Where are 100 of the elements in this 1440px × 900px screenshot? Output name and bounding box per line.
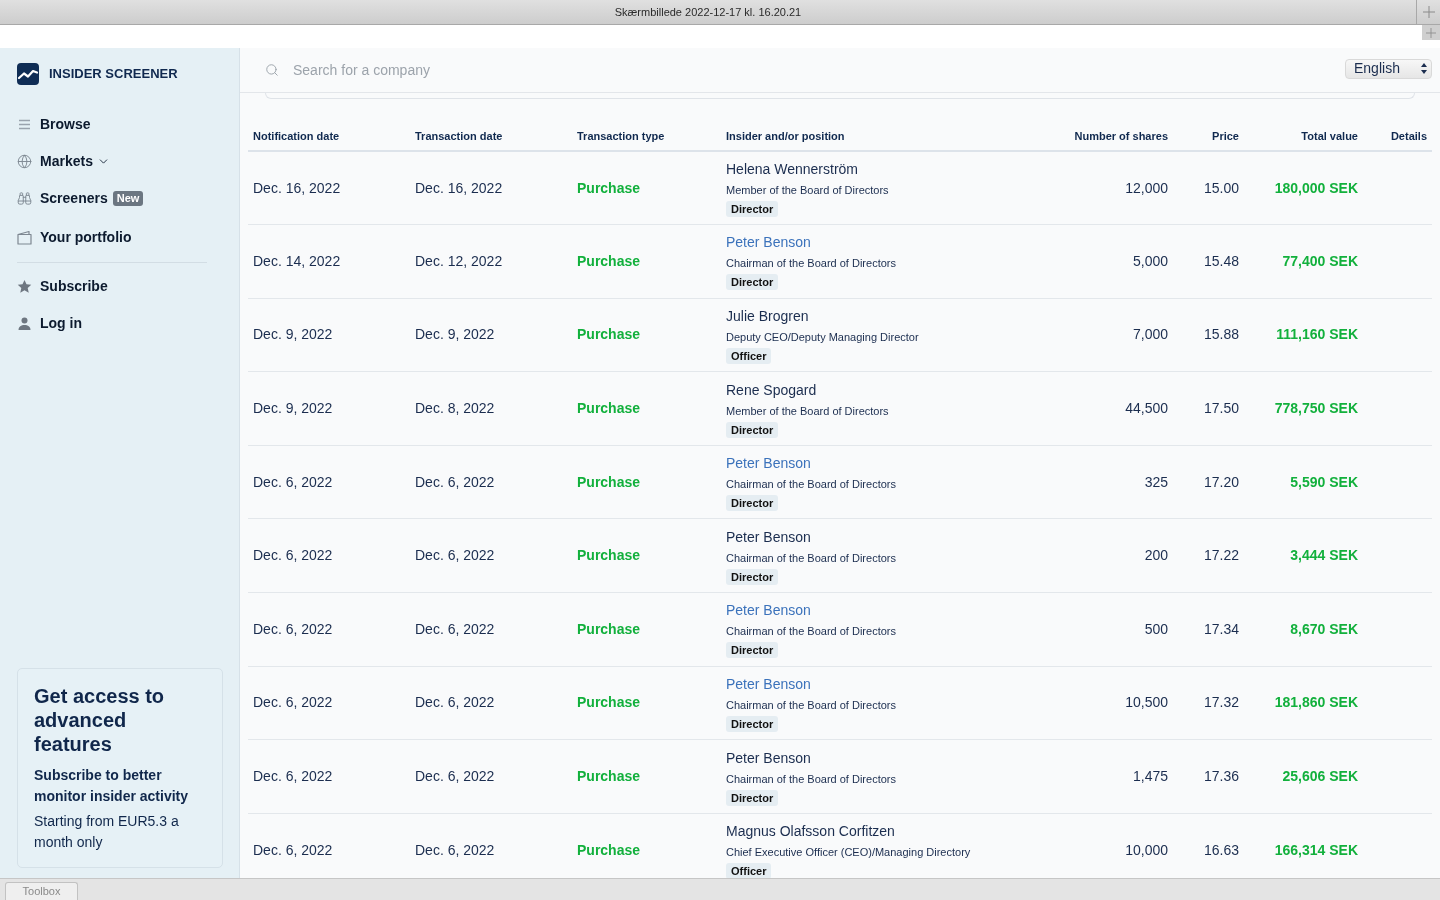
column-header: Total value [1244,122,1363,151]
position-text: Chairman of the Board of Directors [726,256,896,272]
transaction-type: Purchase [572,813,721,878]
table-cell: 12,000 [1040,151,1173,225]
transaction-type: Purchase [572,371,721,446]
search-field[interactable]: Search for a company [293,59,693,81]
table-cell: 17.32 [1173,666,1244,740]
role-tag: Director [726,568,779,585]
table-cell: Dec. 6, 2022 [248,813,410,878]
plus-icon[interactable] [1426,27,1436,38]
insider-name[interactable]: Peter Benson [726,526,811,547]
table-cell: 17.22 [1173,518,1244,593]
new-tag: New [112,191,144,206]
table-cell: 200 [1040,518,1173,593]
column-header: Notification date [248,122,410,151]
total-value: 77,400 SEK [1244,224,1363,299]
table-cell: 15.48 [1173,224,1244,299]
insider-name[interactable]: Peter Benson [726,453,811,474]
table-cell: 325 [1040,445,1173,519]
table-cell: Dec. 9, 2022 [248,371,410,446]
up-down-arrows-icon [1421,63,1427,74]
nav-item[interactable]: Subscribe [0,268,239,305]
search-icon [265,63,279,77]
star-icon [17,279,32,294]
menu-icon [17,117,32,132]
total-value: 166,314 SEK [1244,813,1363,878]
position-text: Chairman of the Board of Directors [726,697,896,713]
table-cell: Dec. 12, 2022 [410,224,572,299]
nav-item[interactable]: Markets [0,143,239,180]
table-cell: Dec. 6, 2022 [248,445,410,519]
table-cell: Dec. 16, 2022 [248,151,410,225]
table-cell: Dec. 6, 2022 [410,666,572,740]
column-header: Transaction type [572,122,721,151]
promo-text: Starting from EUR5.3 a month only [34,812,180,852]
table-cell: 5,000 [1040,224,1173,299]
table-cell: 10,500 [1040,666,1173,740]
table-cell: Dec. 6, 2022 [248,666,410,740]
table-cell: Dec. 6, 2022 [248,739,410,814]
position-text: Chairman of the Board of Directors [726,624,896,640]
column-header: Insider and/or position [721,122,1040,151]
role-tag: Director [726,642,779,659]
table-cell: 17.20 [1173,445,1244,519]
role-tag: Director [726,715,779,732]
position-text: Deputy CEO/Deputy Managing Director [726,330,919,345]
position-text: Chief Executive Officer (CEO)/Managing Directory [726,845,971,861]
position-text: Member of the Board of Directors [726,403,889,419]
table-cell: Dec. 8, 2022 [410,371,572,446]
transaction-type: Purchase [572,739,721,814]
role-tag: Officer [726,348,772,364]
column-header: Number of shares [1040,122,1173,151]
table-cell: Dec. 6, 2022 [248,592,410,667]
table-cell: 15.00 [1173,151,1244,225]
promo-heading: Get access to advanced features [34,684,166,756]
language-select[interactable]: English [1345,58,1432,79]
table-cell: 17.50 [1173,371,1244,446]
role-tag: Director [726,274,779,291]
position-text: Chairman of the Board of Directors [726,771,896,787]
table-cell: Dec. 6, 2022 [410,592,572,667]
table-cell: 1,475 [1040,739,1173,814]
plus-icon[interactable] [1422,6,1435,18]
nav-item[interactable]: Your portfolio [0,217,239,257]
nav-item[interactable]: Browse [0,106,239,143]
role-tag: Director [726,789,779,806]
insider-name[interactable]: Magnus Olafsson Corfitzen [726,821,895,842]
total-value: 25,606 SEK [1244,739,1363,814]
role-tag: Director [726,495,779,512]
nav-item[interactable]: Log in [0,305,239,342]
insider-name[interactable]: Helena Wennerström [726,159,859,180]
transaction-type: Purchase [572,298,721,372]
table-cell: 16.63 [1173,813,1244,878]
transaction-type: Purchase [572,666,721,740]
insider-name[interactable]: Peter Benson [726,673,811,694]
role-tag: Director [726,201,779,218]
insider-name[interactable]: Julie Brogren [726,306,809,326]
role-tag: Director [726,421,779,438]
insider-name[interactable]: Peter Benson [726,600,811,621]
promo-subheading: Subscribe to better monitor insider activity [34,766,190,806]
table-cell: 17.36 [1173,739,1244,814]
user-icon [17,316,32,331]
insider-name[interactable]: Peter Benson [726,232,811,253]
nav-item[interactable]: Screeners New [0,180,239,217]
logo-icon [17,63,39,85]
globe-icon [17,154,32,169]
table-cell: Dec. 9, 2022 [248,298,410,372]
insider-name[interactable]: Rene Spogard [726,379,817,400]
total-value: 8,670 SEK [1244,592,1363,667]
total-value: 111,160 SEK [1244,298,1363,372]
total-value: 5,590 SEK [1244,445,1363,519]
table-cell: 15.88 [1173,298,1244,372]
position-text: Chairman of the Board of Directors [726,550,896,566]
table-cell: Dec. 14, 2022 [248,224,410,299]
table-cell: 17.34 [1173,592,1244,667]
insider-name[interactable]: Peter Benson [726,747,811,768]
table-cell: 7,000 [1040,298,1173,372]
transaction-type: Purchase [572,445,721,519]
position-text: Member of the Board of Directors [726,183,889,199]
table-cell: Dec. 6, 2022 [410,445,572,519]
column-header: Transaction date [410,122,572,151]
total-value: 180,000 SEK [1244,151,1363,225]
column-header: Details [1363,122,1432,151]
